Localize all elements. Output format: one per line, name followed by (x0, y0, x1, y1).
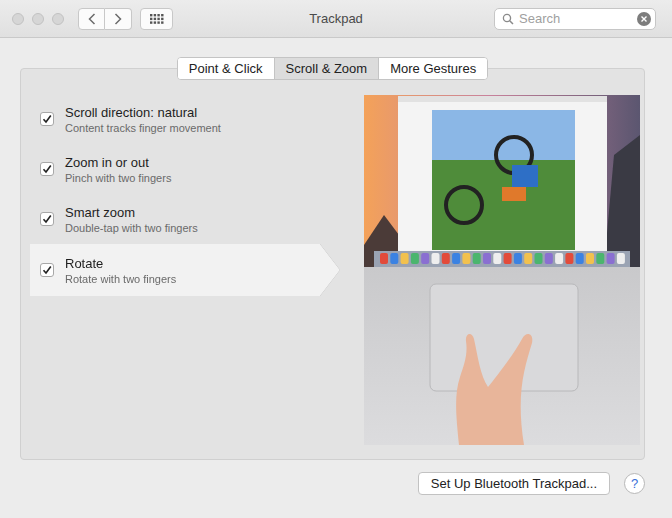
tab[interactable]: More Gestures (378, 58, 487, 79)
gesture-description: Pinch with two fingers (65, 172, 171, 184)
navigation-buttons (78, 8, 132, 30)
grid-icon (150, 14, 164, 24)
gesture-description: Content tracks finger movement (65, 122, 221, 134)
rotate-gesture-illustration (364, 95, 640, 445)
checkbox[interactable] (40, 212, 54, 226)
chevron-left-icon (88, 13, 96, 25)
gesture-row[interactable]: Zoom in or out Pinch with two fingers (30, 144, 360, 194)
window-title: Trackpad (309, 11, 363, 26)
gesture-row[interactable]: Scroll direction: natural Content tracks… (30, 94, 360, 144)
checkbox[interactable] (40, 112, 54, 126)
gesture-preview-video (364, 95, 640, 445)
gesture-row[interactable]: Rotate Rotate with two fingers (30, 244, 340, 296)
help-button[interactable]: ? (624, 473, 645, 494)
back-button[interactable] (78, 8, 105, 30)
checkmark-icon (42, 114, 52, 124)
checkbox[interactable] (40, 263, 54, 277)
gesture-title: Smart zoom (65, 205, 198, 220)
gesture-title: Scroll direction: natural (65, 105, 221, 120)
clear-icon[interactable] (637, 12, 651, 26)
close-button[interactable] (12, 13, 24, 25)
gesture-title: Rotate (65, 256, 176, 271)
gesture-description: Rotate with two fingers (65, 273, 176, 285)
search-placeholder: Search (519, 11, 632, 26)
window-controls (12, 13, 64, 25)
setup-bluetooth-trackpad-button[interactable]: Set Up Bluetooth Trackpad... (418, 472, 610, 495)
gesture-title: Zoom in or out (65, 155, 171, 170)
checkmark-icon (42, 164, 52, 174)
settings-panel: Point & ClickScroll & ZoomMore Gestures … (20, 68, 645, 460)
show-all-button[interactable] (140, 8, 173, 30)
magnifier-icon (502, 13, 514, 25)
gesture-list: Scroll direction: natural Content tracks… (30, 94, 360, 445)
gesture-row[interactable]: Smart zoom Double-tap with two fingers (30, 194, 360, 244)
checkmark-icon (42, 265, 52, 275)
chevron-right-icon (114, 13, 122, 25)
content-area: Point & ClickScroll & ZoomMore Gestures … (0, 38, 672, 518)
gesture-description: Double-tap with two fingers (65, 222, 198, 234)
title-bar: Trackpad Search (0, 0, 672, 38)
search-field[interactable]: Search (494, 8, 656, 30)
checkmark-icon (42, 214, 52, 224)
trackpad-window: Trackpad Search Point & ClickScroll & Zo… (0, 0, 672, 518)
checkbox[interactable] (40, 162, 54, 176)
tab[interactable]: Point & Click (178, 58, 274, 79)
tab-bar: Point & ClickScroll & ZoomMore Gestures (177, 57, 488, 80)
tab[interactable]: Scroll & Zoom (274, 58, 379, 79)
minimize-button[interactable] (32, 13, 44, 25)
zoom-button[interactable] (52, 13, 64, 25)
forward-button[interactable] (105, 8, 132, 30)
